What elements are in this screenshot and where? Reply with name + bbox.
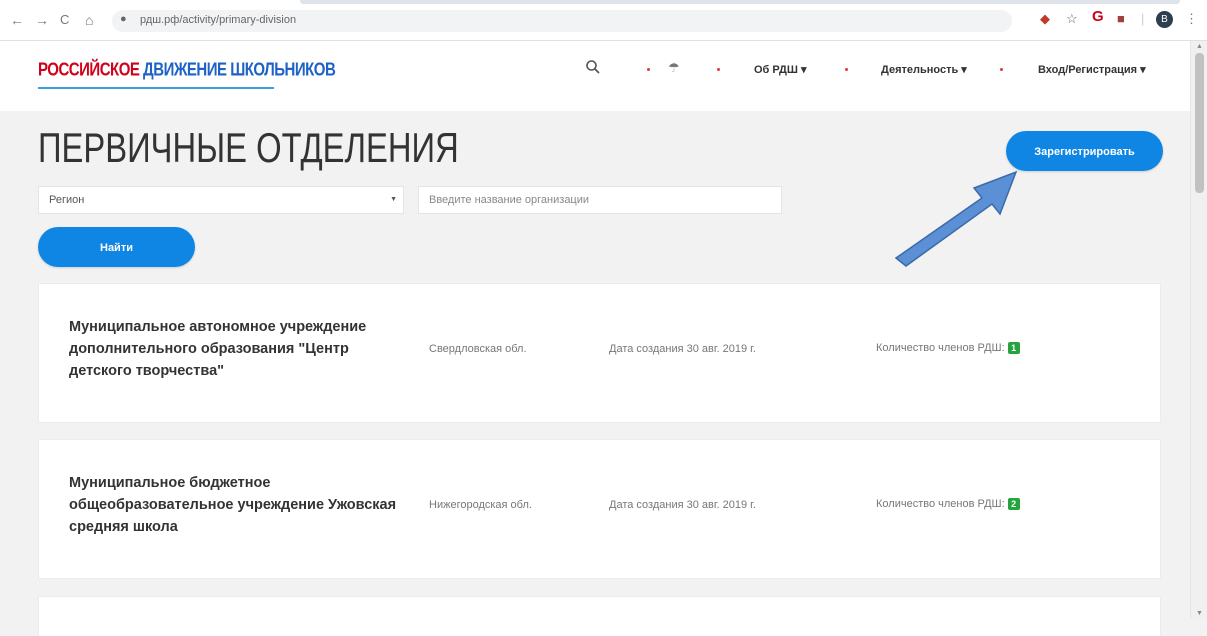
back-icon[interactable]: ← (10, 11, 24, 29)
umbrella-icon[interactable]: ☂ (668, 60, 680, 76)
members-count-badge: 2 (1007, 498, 1020, 511)
tab-strip (300, 0, 1180, 4)
division-name-line: дополнительного образования "Центр (69, 341, 349, 357)
chevron-down-icon: ▼ (390, 196, 397, 203)
nav-separator-dot (1000, 68, 1003, 71)
division-name[interactable]: Муниципальное бюджетное общеобразователь… (69, 472, 419, 538)
extension-icon[interactable]: ◆ (1040, 10, 1050, 28)
scrollbar-thumb[interactable] (1195, 53, 1204, 193)
division-created-date: Дата создания 30 авг. 2019 г. (609, 499, 756, 511)
adblock-extension-icon[interactable]: G (1092, 8, 1104, 26)
organization-search-input[interactable] (418, 186, 782, 214)
site-logo[interactable]: РОССИЙСКОЕ ДВИЖЕНИЕ ШКОЛЬНИКОВ (38, 59, 336, 81)
nav-separator-dot (845, 68, 848, 71)
nav-separator-dot (647, 68, 650, 71)
logo-part-red: РОССИЙСКОЕ (38, 59, 140, 81)
site-header: РОССИЙСКОЕ ДВИЖЕНИЕ ШКОЛЬНИКОВ ☂ Об РДШ … (0, 41, 1190, 111)
forward-icon[interactable]: → (35, 11, 49, 29)
division-name-line: общеобразовательное учреждение Ужовская (69, 497, 397, 513)
lock-icon: ● (120, 13, 127, 25)
division-card[interactable] (38, 596, 1161, 636)
nav-separator-dot (717, 68, 720, 71)
region-select-value: Регион (49, 194, 85, 206)
division-region: Свердловская обл. (429, 343, 527, 355)
address-bar[interactable]: ● рдш.рф/activity/primary-division (112, 10, 1012, 32)
members-count-badge: 1 (1007, 342, 1020, 355)
nav-activity[interactable]: Деятельность ▾ (881, 63, 967, 76)
browser-toolbar: ← → C ⌂ ● рдш.рф/activity/primary-divisi… (0, 0, 1207, 41)
division-name-line: средняя школа (69, 519, 178, 535)
division-members: Количество членов РДШ: 2 (876, 498, 1020, 511)
division-name-line: Муниципальное автономное учреждение (69, 319, 367, 335)
reload-icon[interactable]: C (60, 11, 69, 29)
logo-part-blue: ДВИЖЕНИЕ ШКОЛЬНИКОВ (143, 59, 336, 81)
division-members: Количество членов РДШ: 1 (876, 342, 1020, 355)
search-icon[interactable] (585, 59, 601, 75)
extension-square-icon[interactable]: ■ (1117, 10, 1125, 28)
scroll-up-icon[interactable]: ▲ (1196, 43, 1203, 50)
scroll-down-icon[interactable]: ▼ (1196, 610, 1203, 617)
division-card[interactable]: Муниципальное бюджетное общеобразователь… (38, 439, 1161, 579)
menu-dots-icon[interactable]: ⋮ (1185, 10, 1198, 28)
nav-about[interactable]: Об РДШ ▾ (754, 63, 807, 76)
bookmark-star-icon[interactable]: ☆ (1066, 10, 1078, 28)
find-button[interactable]: Найти (38, 227, 195, 267)
region-select[interactable]: Регион ▼ (38, 186, 404, 214)
division-name-line: Муниципальное бюджетное (69, 475, 271, 491)
division-region: Нижегородская обл. (429, 499, 532, 511)
page-scrollbar[interactable]: ▲ ▼ (1190, 41, 1207, 619)
division-created-date: Дата создания 30 авг. 2019 г. (609, 343, 756, 355)
toolbar-divider: | (1141, 11, 1145, 26)
division-name[interactable]: Муниципальное автономное учреждение допо… (69, 316, 419, 382)
logo-underline (38, 87, 274, 89)
page-title: ПЕРВИЧНЫЕ ОТДЕЛЕНИЯ (38, 124, 459, 171)
profile-avatar[interactable]: B (1156, 11, 1173, 28)
division-card[interactable]: Муниципальное автономное учреждение допо… (38, 283, 1161, 423)
annotation-arrow-icon (894, 170, 1018, 267)
address-url[interactable]: рдш.рф/activity/primary-division (140, 14, 296, 26)
division-name-line: детского творчества" (69, 363, 225, 379)
nav-login[interactable]: Вход/Регистрация ▾ (1038, 63, 1146, 76)
home-icon[interactable]: ⌂ (85, 11, 93, 29)
register-button[interactable]: Зарегистрировать (1006, 131, 1163, 171)
members-label: Количество членов РДШ: (876, 498, 1005, 510)
members-label: Количество членов РДШ: (876, 342, 1005, 354)
